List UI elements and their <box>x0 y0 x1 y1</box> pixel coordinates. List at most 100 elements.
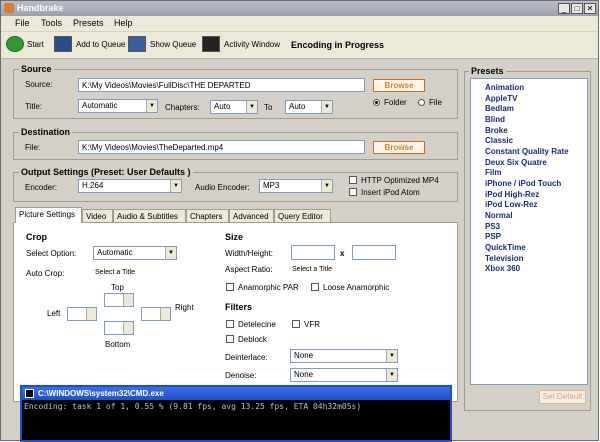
minimize-button[interactable]: _ <box>558 3 570 14</box>
preset-item[interactable]: Constant Quality Rate <box>485 147 569 156</box>
preset-item[interactable]: Animation <box>485 83 524 92</box>
detelecine-label: Detelecine <box>238 320 276 329</box>
denoise-select[interactable]: None ▼ <box>290 368 398 382</box>
width-input[interactable] <box>291 245 335 260</box>
title-bar: Handbrake _ □ ✕ <box>1 1 598 16</box>
chapter-to-select[interactable]: Auto ▼ <box>285 100 333 114</box>
tab-query-editor[interactable]: Query Editor <box>274 209 331 222</box>
add-to-queue-button[interactable]: Add to Queue <box>76 37 125 53</box>
insert-ipod-atom-checkbox[interactable] <box>349 188 357 196</box>
file-radio-label: File <box>429 98 442 107</box>
deblock-checkbox[interactable] <box>226 335 234 343</box>
denoise-value: None <box>294 370 314 379</box>
crop-left-stepper[interactable] <box>67 307 97 321</box>
chevron-down-icon: ▼ <box>386 369 397 381</box>
tab-picture-settings[interactable]: Picture Settings <box>15 207 82 223</box>
crop-bottom-label: Bottom <box>105 340 131 349</box>
crop-bottom-stepper[interactable] <box>104 321 134 335</box>
anamorphic-par-checkbox[interactable] <box>226 283 234 291</box>
deinterlace-label: Deinterlace: <box>225 353 268 362</box>
file-radio[interactable] <box>418 99 425 106</box>
folder-radio[interactable] <box>373 99 380 106</box>
chapter-from-select[interactable]: Auto ▼ <box>210 100 258 114</box>
preset-item[interactable]: Film <box>485 168 501 177</box>
activity-window-icon <box>202 36 220 52</box>
preset-item[interactable]: PSP <box>485 232 501 241</box>
cmd-output: Encoding: task 1 of 1, 0.55 % (9.81 fps,… <box>24 402 362 411</box>
audio-encoder-select[interactable]: MP3 ▼ <box>259 179 333 193</box>
vfr-checkbox[interactable] <box>292 320 300 328</box>
tab-advanced[interactable]: Advanced <box>229 209 274 222</box>
cmd-title: C:\WINDOWS\system32\CMD.exe <box>38 389 164 398</box>
preset-item[interactable]: QuickTime <box>485 243 526 252</box>
tab-chapters[interactable]: Chapters <box>186 209 229 222</box>
show-queue-button[interactable]: Show Queue <box>150 37 196 53</box>
to-label: To <box>264 103 273 112</box>
vfr-label: VFR <box>304 320 320 329</box>
chevron-down-icon: ▼ <box>321 180 332 192</box>
crop-top-stepper[interactable] <box>104 293 134 307</box>
start-button[interactable]: Start <box>27 37 44 53</box>
activity-window-button[interactable]: Activity Window <box>224 37 280 53</box>
chevron-down-icon: ▼ <box>246 101 257 113</box>
set-default-button[interactable]: Set Default <box>539 390 586 404</box>
menu-help[interactable]: Help <box>114 18 133 28</box>
encoder-value: H.264 <box>82 181 104 190</box>
preset-item[interactable]: iPod High-Rez <box>485 190 539 199</box>
chapters-label: Chapters: <box>165 103 200 112</box>
close-button[interactable]: ✕ <box>584 3 596 14</box>
menu-tools[interactable]: Tools <box>41 18 62 28</box>
denoise-label: Denoise: <box>225 371 257 380</box>
menu-file[interactable]: File <box>15 18 30 28</box>
deinterlace-select[interactable]: None ▼ <box>290 349 398 363</box>
destination-file-field[interactable]: K:\My Videos\Movies\TheDeparted.mp4 <box>78 140 365 154</box>
auto-crop-label: Auto Crop: <box>26 269 65 278</box>
preset-item[interactable]: AppleTV <box>485 94 517 103</box>
add-queue-icon <box>54 36 72 52</box>
encoder-select[interactable]: H.264 ▼ <box>78 179 182 193</box>
title-label: Title: <box>25 102 43 111</box>
chapter-from-value: Auto <box>214 102 231 111</box>
source-path-field[interactable]: K:\My Videos\Movies\FullDisc\THE DEPARTE… <box>78 78 365 92</box>
detelecine-checkbox[interactable] <box>226 320 234 328</box>
terminal-icon <box>25 389 34 398</box>
source-browse-button[interactable]: Browse <box>373 79 425 92</box>
preset-item[interactable]: iPhone / iPod Touch <box>485 179 561 188</box>
loose-anamorphic-checkbox[interactable] <box>311 283 319 291</box>
source-heading: Source <box>19 64 54 74</box>
height-input[interactable] <box>352 245 396 260</box>
preset-item[interactable]: Bedlam <box>485 104 514 113</box>
preset-item[interactable]: Classic <box>485 136 513 145</box>
menu-bar: File Tools Presets Help <box>1 16 598 31</box>
crop-option-select[interactable]: Automatic ▼ <box>93 246 177 260</box>
title-select-value: Automatic <box>82 101 118 110</box>
preset-item[interactable]: Normal <box>485 211 513 220</box>
preset-item[interactable]: iPod Low-Rez <box>485 200 537 209</box>
preset-item[interactable]: Deux Six Quatre <box>485 158 547 167</box>
preset-item[interactable]: Broke <box>485 126 508 135</box>
crop-left-label: Left <box>47 309 61 318</box>
insert-ipod-atom-label: Insert iPod Atom <box>361 188 420 197</box>
preset-item[interactable]: Television <box>485 254 524 263</box>
anamorphic-par-label: Anamorphic PAR <box>238 283 299 292</box>
window-title: Handbrake <box>17 3 64 13</box>
menu-presets[interactable]: Presets <box>73 18 104 28</box>
crop-right-label: Right <box>175 303 194 312</box>
select-option-label: Select Option: <box>26 249 77 258</box>
aspect-ratio-value: Select a Title <box>292 266 333 273</box>
toolbar: Start Add to Queue Show Queue Activity W… <box>1 32 598 59</box>
destination-heading: Destination <box>19 127 73 137</box>
file-label: File: <box>25 143 41 152</box>
preset-item[interactable]: Xbox 360 <box>485 264 520 273</box>
title-select[interactable]: Automatic ▼ <box>78 99 158 113</box>
chapter-to-value: Auto <box>289 102 306 111</box>
tab-audio-subtitles[interactable]: Audio & Subtitles <box>113 209 186 222</box>
tab-video[interactable]: Video <box>82 209 113 222</box>
preset-item[interactable]: Blind <box>485 115 505 124</box>
http-optimized-checkbox[interactable] <box>349 176 357 184</box>
play-icon <box>6 36 24 52</box>
maximize-button[interactable]: □ <box>571 3 583 14</box>
destination-browse-button[interactable]: Browse <box>373 141 425 154</box>
crop-right-stepper[interactable] <box>141 307 171 321</box>
preset-item[interactable]: PS3 <box>485 222 500 231</box>
